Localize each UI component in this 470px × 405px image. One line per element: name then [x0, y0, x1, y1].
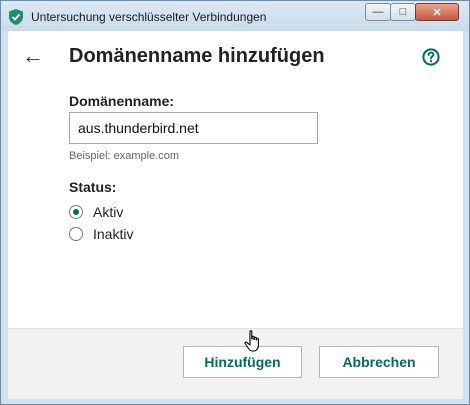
- domain-name-label: Domänenname:: [69, 93, 175, 109]
- page-title: Domänenname hinzufügen: [69, 45, 325, 67]
- minimize-button[interactable]: —: [365, 3, 391, 21]
- status-option-inaktiv[interactable]: Inaktiv: [69, 226, 133, 242]
- help-icon[interactable]: [422, 48, 440, 66]
- cancel-button[interactable]: Abbrechen: [319, 346, 439, 378]
- dialog-content: ← Domänenname hinzufügen Domänenname: Be…: [8, 31, 463, 399]
- window-title: Untersuchung verschlüsselter Verbindunge…: [31, 10, 267, 24]
- status-option-aktiv[interactable]: Aktiv: [69, 204, 123, 220]
- domain-name-input[interactable]: [69, 112, 318, 144]
- dialog-footer: Hinzufügen Abbrechen: [8, 328, 463, 399]
- shield-check-icon: [9, 9, 23, 25]
- window-controls: — □ ✕: [365, 3, 459, 21]
- dialog-window: Untersuchung verschlüsselter Verbindunge…: [0, 0, 470, 405]
- radio-label-aktiv: Aktiv: [93, 204, 124, 220]
- title-bar[interactable]: Untersuchung verschlüsselter Verbindunge…: [1, 1, 469, 31]
- radio-label-inaktiv: Inaktiv: [93, 226, 134, 242]
- back-arrow-icon[interactable]: ←: [22, 45, 44, 67]
- example-hint: Beispiel: example.com: [69, 150, 180, 162]
- close-button[interactable]: ✕: [415, 3, 459, 21]
- maximize-button[interactable]: □: [390, 3, 416, 21]
- add-button[interactable]: Hinzufügen: [183, 346, 302, 378]
- hand-pointer-icon: [244, 330, 259, 352]
- radio-button-aktiv[interactable]: [69, 205, 83, 219]
- status-label: Status:: [69, 179, 117, 195]
- radio-button-inaktiv[interactable]: [69, 227, 83, 241]
